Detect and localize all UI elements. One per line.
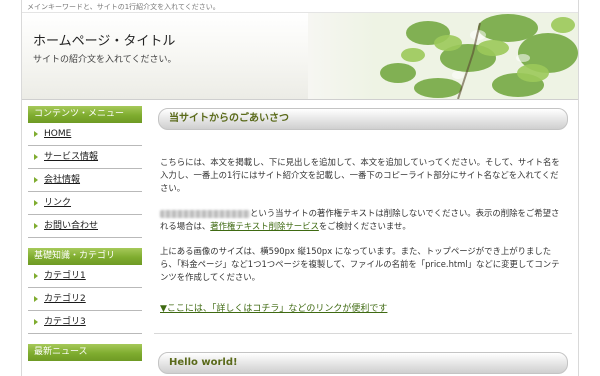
triangle-bullet-icon [34, 273, 38, 279]
triangle-bullet-icon [34, 223, 38, 229]
sidebar-link[interactable]: カテゴリ3 [44, 317, 86, 327]
triangle-bullet-icon [34, 200, 38, 206]
sidebar-link[interactable]: お問い合わせ [44, 221, 98, 231]
post-title[interactable]: Hello world! [158, 352, 568, 374]
sidebar-item-category-3[interactable]: カテゴリ3 [28, 311, 142, 334]
site-tagline: メインキーワードと、サイトの1行紹介文を入れてください。 [27, 3, 220, 11]
triangle-bullet-icon [34, 319, 38, 325]
triangle-bullet-icon [34, 177, 38, 183]
header-leaves-image [308, 13, 578, 99]
site-description: サイトの紹介文を入れてください。 [33, 55, 177, 65]
sidebar-link[interactable]: リンク [44, 198, 71, 208]
page-border-right [578, 0, 579, 376]
copyright-removal-link[interactable]: 著作権テキスト削除サービス [210, 221, 319, 231]
intro-paragraph: こちらには、本文を掲載し、下に見出しを追加して、本文を追加していってください。そ… [160, 157, 560, 193]
main-content: 当サイトからのごあいさつ こちらには、本文を掲載し、下に見出しを追加して、本文を… [154, 108, 572, 374]
triangle-bullet-icon [34, 131, 38, 137]
blurred-copyright-text [160, 209, 250, 218]
sidebar-item-company[interactable]: 会社情報 [28, 169, 142, 192]
contents-menu-heading: コンテンツ・メニュー [28, 106, 142, 123]
sidebar-item-category-1[interactable]: カテゴリ1 [28, 265, 142, 288]
latest-news-heading: 最新ニュース [28, 344, 142, 361]
sidebar-item-links[interactable]: リンク [28, 192, 142, 215]
triangle-bullet-icon [34, 154, 38, 160]
sidebar-link[interactable]: HOME [44, 129, 71, 139]
sidebar-link[interactable]: 会社情報 [44, 175, 80, 185]
sidebar-link[interactable]: カテゴリ1 [44, 271, 86, 281]
site-header: ホームページ・タイトル サイトの紹介文を入れてください。 [22, 12, 578, 100]
section-divider [154, 333, 572, 334]
site-title[interactable]: ホームページ・タイトル [33, 30, 175, 49]
greeting-section-title: 当サイトからのごあいさつ [158, 108, 568, 130]
sidebar-item-service[interactable]: サービス情報 [28, 146, 142, 169]
sidebar: コンテンツ・メニュー HOME サービス情報 会社情報 リンク お問い合わせ 基… [28, 106, 142, 361]
copyright-notice-end: をご検討くださいませ。 [318, 221, 411, 231]
triangle-bullet-icon [34, 296, 38, 302]
sidebar-item-category-2[interactable]: カテゴリ2 [28, 288, 142, 311]
sidebar-item-home[interactable]: HOME [28, 123, 142, 146]
sidebar-link[interactable]: カテゴリ2 [44, 294, 86, 304]
sidebar-item-contact[interactable]: お問い合わせ [28, 215, 142, 238]
category-heading: 基礎知識・カテゴリ [28, 248, 142, 265]
copyright-paragraph: という当サイトの著作権テキストは削除しないでください。表示の削除をご希望される場… [160, 207, 566, 233]
details-link[interactable]: ▼ここには、「詳しくはコチラ」などのリンクが便利です [160, 304, 387, 314]
sidebar-link[interactable]: サービス情報 [44, 152, 98, 162]
image-size-paragraph: 上にある画像のサイズは、横590px 縦150px になっています。また、トップ… [160, 246, 560, 282]
